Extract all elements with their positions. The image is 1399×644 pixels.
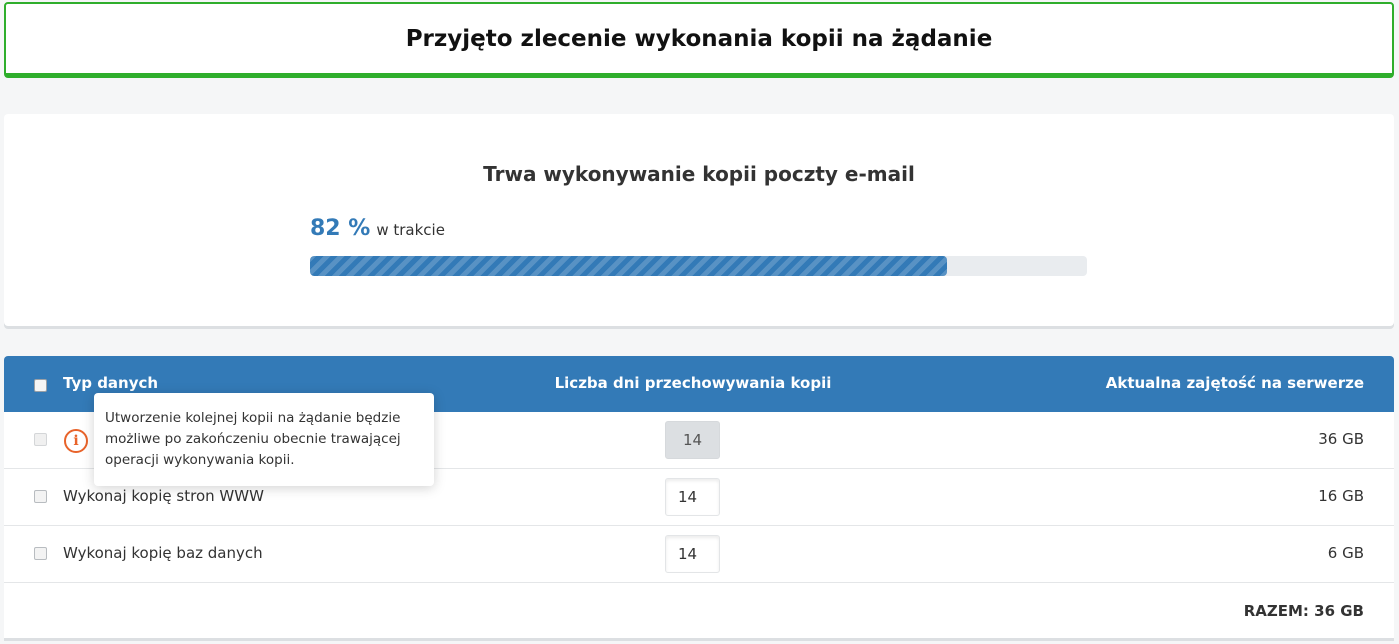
retention-days-input[interactable]: 14 xyxy=(665,478,720,516)
row-label-databases: Wykonaj kopię baz danych xyxy=(63,544,263,562)
row-usage: 36 GB xyxy=(1318,430,1364,448)
info-circle-icon[interactable]: i xyxy=(64,429,88,453)
table-row: Wykonaj kopię baz danych 14 6 GB xyxy=(4,526,1394,583)
row-usage: 16 GB xyxy=(1318,487,1364,505)
progress-bar xyxy=(310,256,1087,276)
row-checkbox-databases[interactable] xyxy=(34,547,47,560)
progress-status: 82 % w trakcie xyxy=(310,216,445,241)
total-row: RAZEM: 36 GB xyxy=(4,583,1394,640)
backup-progress-card: Trwa wykonywanie kopii poczty e-mail 82 … xyxy=(4,114,1394,326)
row-label-www: Wykonaj kopię stron WWW xyxy=(63,487,264,505)
banner-title: Przyjęto zlecenie wykonania kopii na żąd… xyxy=(405,25,993,52)
row-checkbox-www[interactable] xyxy=(34,490,47,503)
progress-heading: Trwa wykonywanie kopii poczty e-mail xyxy=(483,162,915,186)
progress-percent: 82 % xyxy=(310,216,371,241)
progress-bar-fill xyxy=(310,256,948,276)
retention-days-input[interactable]: 14 xyxy=(665,535,720,573)
total-usage: RAZEM: 36 GB xyxy=(1243,602,1364,620)
row-checkbox-mail xyxy=(34,433,47,446)
row-usage: 6 GB xyxy=(1327,544,1364,562)
info-tooltip: Utworzenie kolejnej kopii na żądanie będ… xyxy=(94,393,434,486)
success-banner: Przyjęto zlecenie wykonania kopii na żąd… xyxy=(4,2,1394,78)
retention-days-input: 14 xyxy=(665,421,720,459)
column-header-usage: Aktualna zajętość na serwerze xyxy=(1105,374,1364,392)
progress-status-label: w trakcie xyxy=(376,221,445,239)
